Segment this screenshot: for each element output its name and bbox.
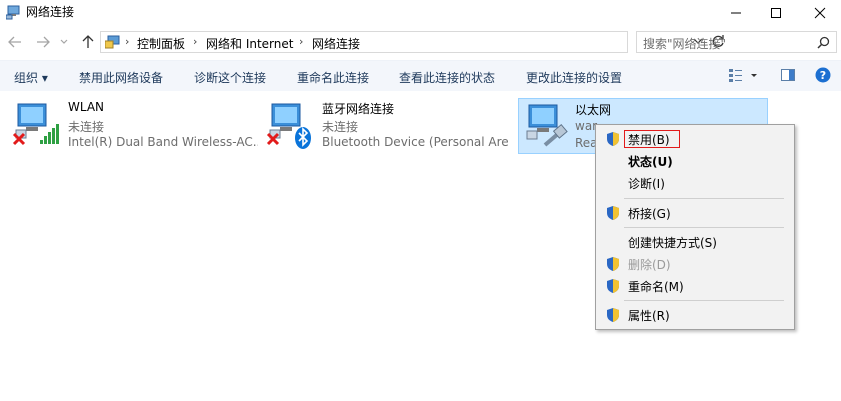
menu-separator <box>624 198 784 199</box>
menu-item-label: 属性(R) <box>628 309 670 323</box>
connection-status: 未连接 <box>68 120 105 134</box>
rename-command[interactable]: 重命名此连接 <box>297 69 369 86</box>
context-menu: 禁用(B) 状态(U) 诊断(I) 桥接(G) 创建快捷方式(S) 删除(D) … <box>595 124 795 330</box>
menu-item-label: 创建快捷方式(S) <box>628 236 717 250</box>
uac-shield-icon <box>606 307 620 326</box>
breadcrumb-separator-icon[interactable]: › <box>193 35 197 48</box>
close-button[interactable] <box>800 0 840 26</box>
up-button[interactable] <box>79 33 97 51</box>
connection-name: 蓝牙网络连接 <box>322 102 395 116</box>
menu-item-diagnose[interactable]: 诊断(I) <box>596 172 794 194</box>
control-panel-icon <box>104 35 121 49</box>
breadcrumb-separator-icon[interactable]: › <box>125 35 129 48</box>
menu-item-create-shortcut[interactable]: 创建快捷方式(S) <box>596 231 794 253</box>
menu-item-properties[interactable]: 属性(R) <box>596 304 794 326</box>
uac-shield-icon <box>606 131 620 150</box>
forward-arrow-icon <box>37 36 50 48</box>
menu-item-rename[interactable]: 重命名(M) <box>596 275 794 297</box>
menu-item-label: 重命名(M) <box>628 280 684 294</box>
preview-pane-icon <box>781 69 795 81</box>
uac-shield-icon <box>606 278 620 297</box>
ethernet-adapter-icon <box>523 101 571 151</box>
up-arrow-icon <box>82 35 94 48</box>
command-bar: 组织 ▾ 禁用此网络设备 诊断这个连接 重命名此连接 查看此连接的状态 更改此连… <box>0 60 841 91</box>
breadcrumb-network-connections[interactable]: 网络连接 <box>312 35 360 52</box>
menu-item-label: 状态(U) <box>628 155 673 169</box>
menu-separator <box>624 300 784 301</box>
help-button[interactable]: ? <box>815 67 831 86</box>
uac-shield-icon <box>606 256 620 275</box>
forward-button[interactable] <box>34 33 52 51</box>
back-button[interactable] <box>6 33 24 51</box>
back-arrow-icon <box>8 36 21 48</box>
connection-status: 未连接 <box>322 120 359 134</box>
organize-menu[interactable]: 组织 ▾ <box>14 69 48 86</box>
view-status-command[interactable]: 查看此连接的状态 <box>399 69 495 86</box>
svg-text:?: ? <box>820 69 826 82</box>
address-bar[interactable]: › 控制面板 › 网络和 Internet › 网络连接 <box>100 31 724 53</box>
connection-status: war <box>575 119 598 133</box>
disable-device-command[interactable]: 禁用此网络设备 <box>79 69 163 86</box>
search-box[interactable]: 搜索"网络连接" <box>636 31 837 53</box>
wlan-adapter-icon <box>12 100 60 150</box>
view-options-icon <box>729 69 757 82</box>
connection-device: Intel(R) Dual Band Wireless-AC... <box>68 135 258 149</box>
menu-item-delete: 删除(D) <box>596 253 794 275</box>
connection-device: Bluetooth Device (Personal Are... <box>322 135 510 149</box>
preview-pane-button[interactable] <box>780 67 796 86</box>
breadcrumb-separator-icon[interactable]: › <box>299 35 303 48</box>
menu-item-bridge[interactable]: 桥接(G) <box>596 202 794 224</box>
menu-item-label: 删除(D) <box>628 258 671 272</box>
recent-locations-button[interactable] <box>58 33 70 51</box>
uac-shield-icon <box>606 205 620 224</box>
menu-item-status[interactable]: 状态(U) <box>596 150 794 172</box>
window-title: 网络连接 <box>26 5 75 19</box>
menu-item-disable[interactable]: 禁用(B) <box>596 128 794 150</box>
chevron-down-icon <box>60 39 68 44</box>
search-icon[interactable] <box>817 36 830 52</box>
title-bar: 网络连接 <box>0 0 841 28</box>
minimize-button[interactable] <box>716 0 756 26</box>
breadcrumb-network-internet[interactable]: 网络和 Internet <box>206 35 293 52</box>
menu-item-label: 诊断(I) <box>628 177 665 191</box>
menu-item-label: 桥接(G) <box>628 207 671 221</box>
help-icon: ? <box>815 67 831 83</box>
maximize-button[interactable] <box>756 0 796 26</box>
breadcrumb-control-panel[interactable]: 控制面板 <box>137 35 185 52</box>
view-options-button[interactable] <box>728 67 758 86</box>
bluetooth-adapter-icon <box>266 100 314 150</box>
menu-separator <box>624 227 784 228</box>
change-settings-command[interactable]: 更改此连接的设置 <box>526 69 622 86</box>
connection-item-wlan[interactable]: WLAN 未连接 Intel(R) Dual Band Wireless-AC.… <box>12 98 262 154</box>
connection-item-bluetooth[interactable]: 蓝牙网络连接 未连接 Bluetooth Device (Personal Ar… <box>266 98 514 154</box>
diagnose-command[interactable]: 诊断这个连接 <box>194 69 266 86</box>
menu-item-label: 禁用(B) <box>628 133 670 147</box>
network-connections-app-icon <box>5 4 22 20</box>
connection-name: 以太网 <box>575 103 612 117</box>
search-placeholder[interactable]: 搜索"网络连接" <box>643 35 726 52</box>
connection-name: WLAN <box>68 100 105 114</box>
